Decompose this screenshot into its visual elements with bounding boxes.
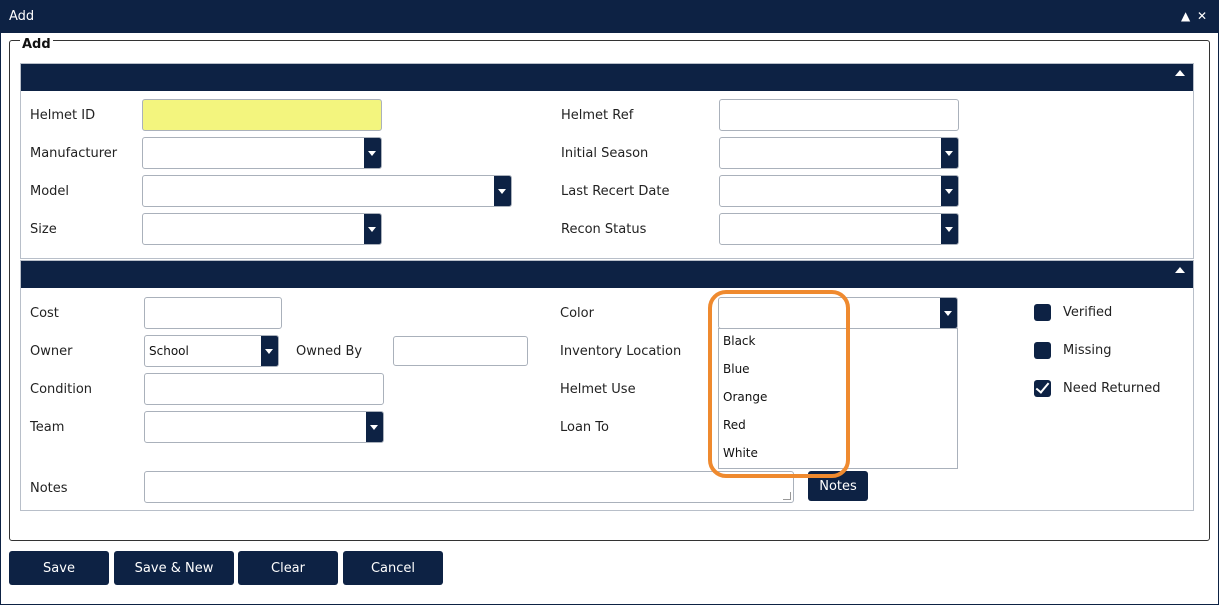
helmet-ref-label: Helmet Ref <box>561 108 634 123</box>
clear-button[interactable]: Clear <box>238 551 338 585</box>
notes-label: Notes <box>30 481 68 496</box>
cancel-button[interactable]: Cancel <box>343 551 443 585</box>
helmet-use-label: Helmet Use <box>560 382 636 397</box>
team-select[interactable] <box>144 411 384 443</box>
collapse-section-icon[interactable] <box>1175 70 1185 76</box>
inventory-location-label: Inventory Location <box>560 344 682 359</box>
last-recert-date-select[interactable] <box>719 175 959 207</box>
chevron-down-icon[interactable] <box>941 214 958 244</box>
close-icon[interactable]: ✕ <box>1197 9 1207 23</box>
color-label: Color <box>560 306 594 321</box>
fieldset-legend: Add <box>20 37 53 52</box>
chevron-down-icon[interactable] <box>364 214 381 244</box>
chevron-down-icon[interactable] <box>364 138 381 168</box>
recon-status-select[interactable] <box>719 213 959 245</box>
owned-by-label: Owned By <box>296 344 363 359</box>
size-select[interactable] <box>142 213 382 245</box>
loan-to-label: Loan To <box>560 420 609 435</box>
chevron-down-icon[interactable] <box>261 336 278 366</box>
title-bar: Add ▲ ✕ <box>1 1 1218 33</box>
helmet-id-input[interactable] <box>142 99 382 131</box>
team-label: Team <box>30 420 65 435</box>
section-header <box>21 261 1193 288</box>
chevron-down-icon[interactable] <box>494 176 511 206</box>
owner-label: Owner <box>30 344 73 359</box>
chevron-down-icon[interactable] <box>940 298 957 328</box>
cost-label: Cost <box>30 306 59 321</box>
need-returned-checkbox[interactable] <box>1034 380 1051 397</box>
model-label: Model <box>30 184 70 199</box>
owned-by-input[interactable] <box>393 336 528 366</box>
chevron-down-icon[interactable] <box>366 412 383 442</box>
cost-input[interactable] <box>144 297 282 329</box>
chevron-down-icon[interactable] <box>941 138 958 168</box>
initial-season-select[interactable] <box>719 137 959 169</box>
missing-label: Missing <box>1063 343 1112 358</box>
manufacturer-label: Manufacturer <box>30 146 118 161</box>
chevron-down-icon[interactable] <box>941 176 958 206</box>
save-button[interactable]: Save <box>9 551 109 585</box>
missing-checkbox[interactable] <box>1034 342 1051 359</box>
verified-label: Verified <box>1063 305 1113 320</box>
resize-handle-icon[interactable] <box>783 492 791 500</box>
last-recert-date-label: Last Recert Date <box>561 184 670 199</box>
recon-status-label: Recon Status <box>561 222 647 237</box>
annotation-highlight <box>708 290 850 478</box>
helmet-ref-input[interactable] <box>719 99 959 131</box>
size-label: Size <box>30 222 57 237</box>
collapse-section-icon[interactable] <box>1175 267 1185 273</box>
owner-value: School <box>149 344 189 358</box>
verified-checkbox[interactable] <box>1034 304 1051 321</box>
model-select[interactable] <box>142 175 512 207</box>
condition-input[interactable] <box>144 373 384 405</box>
section-header <box>21 64 1193 91</box>
need-returned-label: Need Returned <box>1063 381 1161 396</box>
collapse-window-icon[interactable]: ▲ <box>1181 9 1190 23</box>
initial-season-label: Initial Season <box>561 146 649 161</box>
manufacturer-select[interactable] <box>142 137 382 169</box>
condition-label: Condition <box>30 382 93 397</box>
window-title: Add <box>9 9 35 24</box>
owner-select[interactable]: School <box>144 335 279 367</box>
helmet-id-label: Helmet ID <box>30 108 96 123</box>
save-and-new-button[interactable]: Save & New <box>114 551 234 585</box>
notes-textarea[interactable] <box>144 471 794 503</box>
